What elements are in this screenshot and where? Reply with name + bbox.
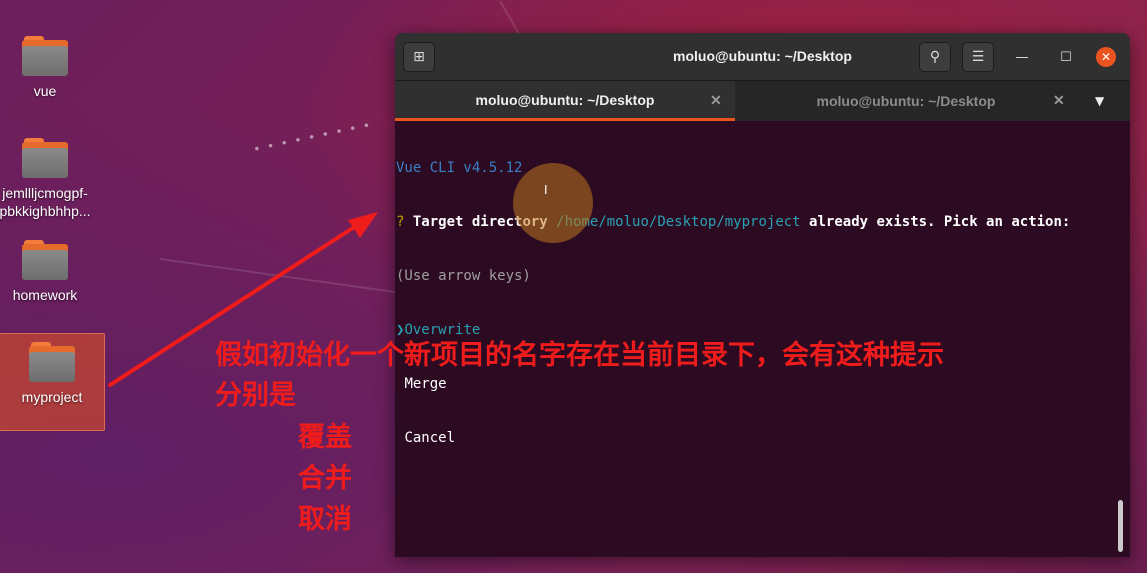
hamburger-icon: ☰ xyxy=(971,49,985,65)
desktop-folder-myproject[interactable]: myproject xyxy=(0,333,105,431)
prompt-path: /home/moluo/Desktop/myproject xyxy=(556,214,801,230)
text-cursor-icon: I xyxy=(544,183,548,197)
tab-list-dropdown-icon[interactable]: ▼ xyxy=(1095,94,1104,108)
prompt-tail: already exists. Pick an action: xyxy=(809,214,1071,230)
annotation-line-1: 假如初始化一个新项目的名字存在当前目录下，会有这种提示 xyxy=(215,340,944,371)
folder-icon xyxy=(22,138,68,178)
close-tab-icon[interactable]: ✕ xyxy=(710,92,722,109)
desktop-folder-vue[interactable]: vue xyxy=(0,36,98,100)
prompt-hint: (Use arrow keys) xyxy=(396,268,531,284)
mouse-highlight xyxy=(513,163,593,243)
annotation-option-overwrite: 覆盖 xyxy=(298,422,352,453)
minimize-icon: — xyxy=(1015,49,1029,65)
folder-icon xyxy=(22,240,68,280)
option-merge[interactable]: Merge xyxy=(404,376,446,392)
tab-label: moluo@ubuntu: ~/Desktop xyxy=(816,93,996,109)
desktop-folder-label: myproject xyxy=(21,389,83,405)
cli-version: Vue CLI v4.5.12 xyxy=(396,160,523,176)
tab-bar: moluo@ubuntu: ~/Desktop ✕ moluo@ubuntu: … xyxy=(395,80,1130,121)
close-button[interactable]: ✕ xyxy=(1096,47,1116,67)
title-bar[interactable]: ⊞ moluo@ubuntu: ~/Desktop ⚲ ☰ — ☐ ✕ xyxy=(395,33,1130,80)
tab-label: moluo@ubuntu: ~/Desktop xyxy=(475,91,655,108)
tab-terminal-2[interactable]: moluo@ubuntu: ~/Desktop ✕ xyxy=(735,81,1077,121)
wallpaper-streak xyxy=(159,258,398,294)
minimize-button[interactable]: — xyxy=(1012,47,1032,67)
menu-button[interactable]: ☰ xyxy=(962,42,994,72)
folder-icon xyxy=(22,36,68,76)
annotation-option-cancel: 取消 xyxy=(298,504,352,535)
terminal-window[interactable]: ⊞ moluo@ubuntu: ~/Desktop ⚲ ☰ — ☐ ✕ molu… xyxy=(395,33,1130,557)
desktop-folder-label: homework xyxy=(12,287,78,303)
tab-terminal-1[interactable]: moluo@ubuntu: ~/Desktop ✕ xyxy=(395,81,735,121)
desktop-folder-homework[interactable]: homework xyxy=(0,240,98,304)
close-tab-icon[interactable]: ✕ xyxy=(1053,92,1065,109)
annotation-line-2: 分别是 xyxy=(215,380,296,411)
annotation-option-merge: 合并 xyxy=(298,463,352,494)
close-icon: ✕ xyxy=(1100,50,1112,64)
wallpaper-dots xyxy=(249,121,378,152)
terminal-output[interactable]: Vue CLI v4.5.12 ? Target directory /home… xyxy=(396,123,1121,483)
desktop-folder-label: vue xyxy=(33,83,57,99)
option-cancel[interactable]: Cancel xyxy=(404,430,455,446)
scrollbar[interactable] xyxy=(1118,500,1123,552)
option-overwrite[interactable]: Overwrite xyxy=(404,322,480,338)
search-icon: ⚲ xyxy=(929,49,941,65)
desktop-folder-extension[interactable]: jemllljcmogpf- pbkkighbhhp... xyxy=(0,138,98,220)
maximize-button[interactable]: ☐ xyxy=(1056,47,1076,67)
folder-icon xyxy=(29,342,75,382)
desktop-folder-label: jemllljcmogpf- pbkkighbhhp... xyxy=(0,185,91,219)
search-button[interactable]: ⚲ xyxy=(919,42,951,72)
prompt-question-mark: ? xyxy=(396,214,405,230)
maximize-icon: ☐ xyxy=(1060,49,1072,65)
